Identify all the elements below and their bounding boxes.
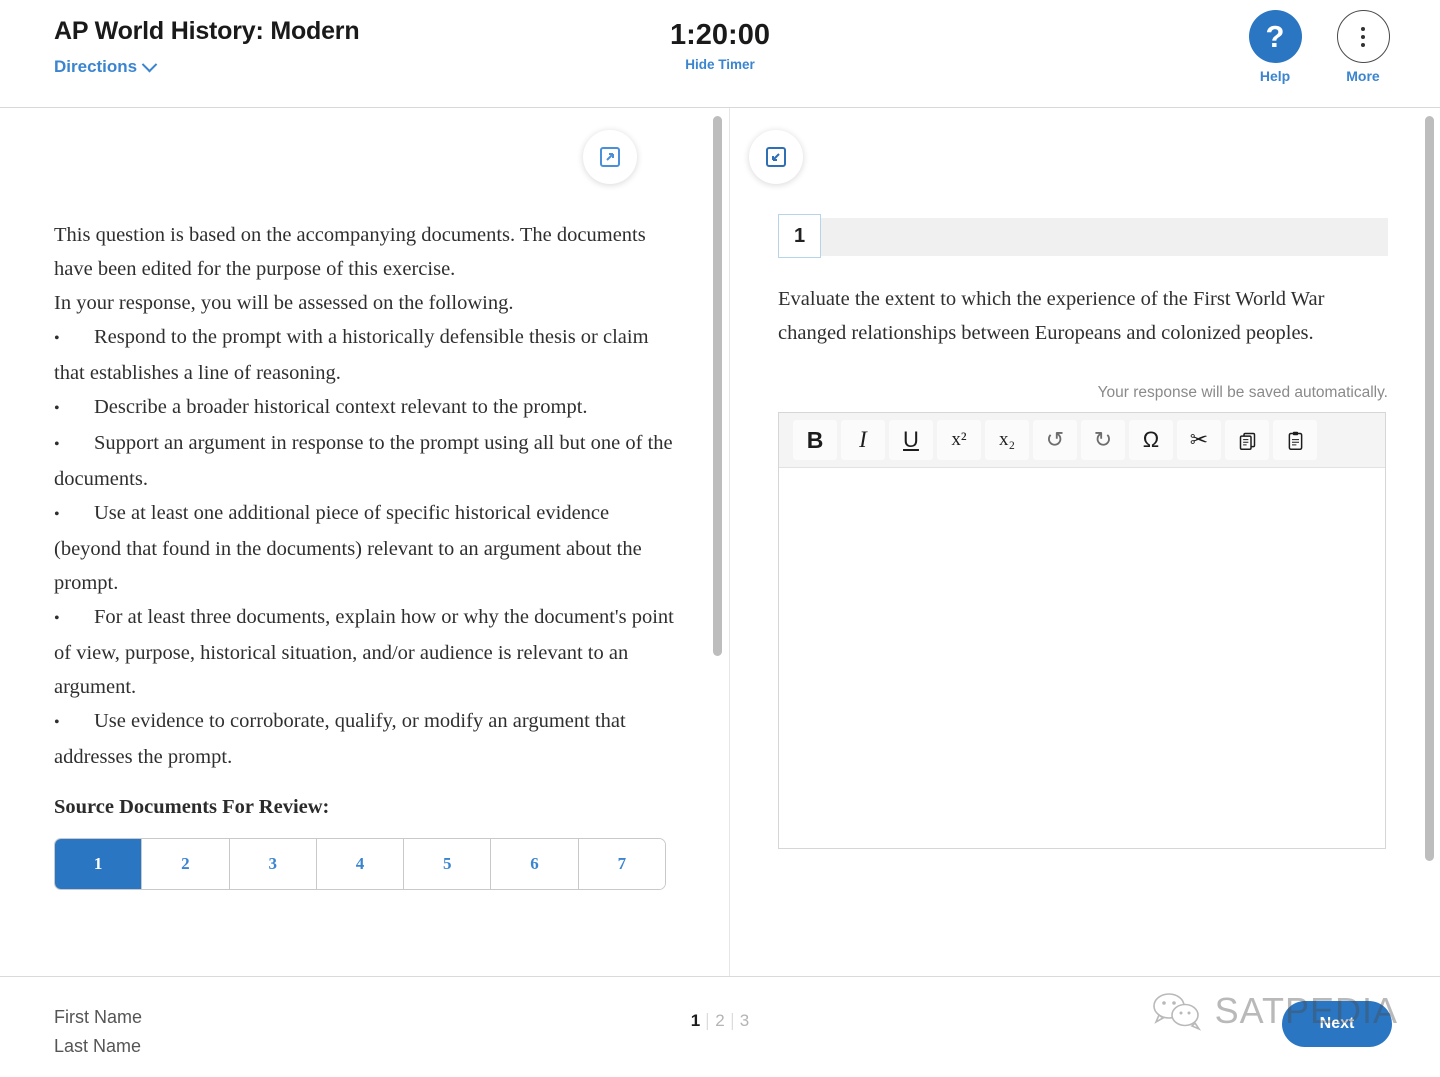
cut-button[interactable]: ✂	[1177, 420, 1221, 460]
superscript-button[interactable]: x²	[937, 420, 981, 460]
document-tab-3[interactable]: 3	[229, 839, 317, 889]
bullet-icon	[54, 390, 94, 426]
student-name-block: First Name Last Name	[54, 1003, 142, 1061]
question-content: 1 Evaluate the extent to which the exper…	[778, 214, 1388, 849]
first-name-label: First Name	[54, 1007, 143, 1027]
more-label: More	[1346, 68, 1380, 84]
question-prompt: Evaluate the extent to which the experie…	[778, 288, 1325, 344]
collapse-icon	[766, 147, 786, 167]
directions-dropdown[interactable]: Directions	[54, 56, 158, 77]
bullet-icon	[54, 704, 94, 740]
right-pane-scrollbar[interactable]	[1425, 116, 1434, 861]
directions-label: Directions	[54, 57, 138, 76]
last-name-label: Last Name	[54, 1036, 142, 1056]
ap-exam-app: AP World History: Modern Directions 1:20…	[0, 0, 1440, 1077]
question-header-bar: 1	[778, 214, 1388, 258]
expand-icon-button[interactable]	[583, 130, 637, 184]
exam-footer: First Name Last Name 1 2 3 Next	[0, 977, 1440, 1077]
document-tab-2[interactable]: 2	[142, 839, 230, 889]
header-right-group: ? Help More	[1244, 10, 1394, 84]
page-number-3[interactable]: 3	[733, 1011, 756, 1031]
directions-bullet: Use evidence to corroborate, qualify, or…	[54, 704, 679, 774]
directions-bullet: Support an argument in response to the p…	[54, 426, 679, 496]
paste-button[interactable]	[1273, 420, 1317, 460]
document-tab-6[interactable]: 6	[491, 839, 579, 889]
directions-content: This question is based on the accompanyi…	[54, 218, 679, 890]
bullet-icon	[54, 496, 94, 532]
kebab-dot	[1361, 26, 1365, 31]
hide-timer-button[interactable]: Hide Timer	[685, 57, 755, 72]
kebab-menu-icon	[1336, 10, 1390, 63]
directions-bullet: Use at least one additional piece of spe…	[54, 496, 679, 600]
bullet-icon	[54, 600, 94, 636]
next-button[interactable]: Next	[1282, 1001, 1392, 1047]
help-glyph: ?	[1265, 19, 1285, 54]
bullet-text: For at least three documents, explain ho…	[54, 606, 674, 698]
page-number-1[interactable]: 1	[684, 1011, 707, 1031]
bold-button[interactable]: B	[793, 420, 837, 460]
header-left-group: AP World History: Modern Directions	[54, 16, 360, 77]
bullet-text: Use evidence to corroborate, qualify, or…	[54, 710, 626, 768]
collapse-icon-button[interactable]	[749, 130, 803, 184]
response-input[interactable]	[779, 468, 1385, 848]
copy-button[interactable]	[1225, 420, 1269, 460]
document-tab-4[interactable]: 4	[316, 839, 405, 889]
bullet-text: Respond to the prompt with a historicall…	[54, 326, 649, 384]
editor-toolbar: B I U x² x₂ ↺ ↻ Ω ✂	[779, 413, 1385, 468]
page-number-2[interactable]: 2	[708, 1011, 731, 1031]
directions-bullet: Respond to the prompt with a historicall…	[54, 320, 679, 390]
response-editor: B I U x² x₂ ↺ ↻ Ω ✂	[778, 412, 1386, 849]
special-character-button[interactable]: Ω	[1129, 420, 1173, 460]
exam-body: This question is based on the accompanyi…	[0, 108, 1440, 977]
expand-icon	[600, 147, 620, 167]
underline-button[interactable]: U	[889, 420, 933, 460]
bullet-icon	[54, 426, 94, 462]
source-documents-heading: Source Documents For Review:	[54, 796, 330, 818]
bullet-text: Describe a broader historical context re…	[94, 396, 588, 418]
directions-paragraph: In your response, you will be assessed o…	[54, 292, 514, 314]
document-tab-7[interactable]: 7	[578, 839, 665, 889]
exam-header: AP World History: Modern Directions 1:20…	[0, 0, 1440, 108]
copy-icon	[1239, 432, 1255, 450]
directions-bullet: Describe a broader historical context re…	[54, 390, 679, 426]
question-mark-icon: ?	[1248, 10, 1302, 63]
directions-bullet: For at least three documents, explain ho…	[54, 600, 679, 704]
question-number-badge: 1	[778, 214, 821, 258]
left-pane-scrollbar[interactable]	[713, 116, 722, 656]
subscript-button[interactable]: x₂	[985, 420, 1029, 460]
help-button[interactable]: ? Help	[1244, 10, 1306, 84]
help-label: Help	[1259, 68, 1291, 84]
bullet-icon	[54, 320, 94, 356]
undo-button[interactable]: ↺	[1033, 420, 1077, 460]
bullet-text: Use at least one additional piece of spe…	[54, 502, 642, 594]
more-button[interactable]: More	[1332, 10, 1394, 84]
page-title: AP World History: Modern	[54, 17, 360, 45]
document-tab-1[interactable]: 1	[55, 839, 143, 889]
directions-pane: This question is based on the accompanyi…	[0, 108, 730, 976]
paste-icon	[1288, 431, 1302, 450]
kebab-dot	[1361, 34, 1365, 39]
document-tab-5[interactable]: 5	[404, 839, 492, 889]
page-indicator: 1 2 3	[684, 1011, 756, 1031]
italic-button[interactable]: I	[841, 420, 885, 460]
kebab-dot	[1361, 42, 1365, 47]
autosave-note: Your response will be saved automaticall…	[1097, 384, 1388, 401]
redo-button[interactable]: ↻	[1081, 420, 1125, 460]
bullet-text: Support an argument in response to the p…	[54, 432, 673, 490]
directions-paragraph: This question is based on the accompanyi…	[54, 224, 646, 280]
chevron-down-icon	[141, 56, 158, 72]
document-tab-group: 1 2 3 4 5 6 7	[54, 838, 666, 890]
response-pane: 1 Evaluate the extent to which the exper…	[730, 108, 1440, 976]
